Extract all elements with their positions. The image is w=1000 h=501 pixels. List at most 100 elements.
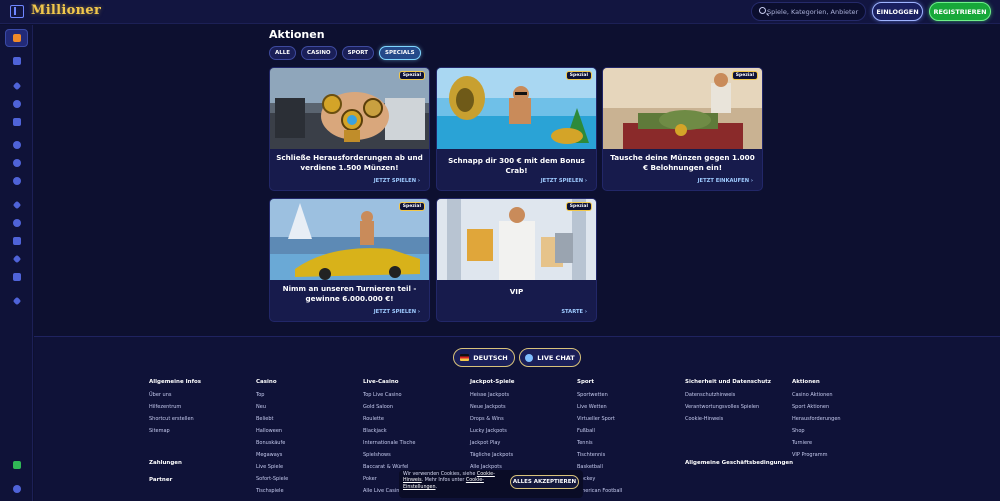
footer-link[interactable]: Bonuskäufe — [256, 440, 356, 452]
footer-link[interactable]: Live Spiele — [256, 464, 356, 476]
footer-link[interactable]: American Football — [577, 488, 677, 500]
sidebar-item-vip[interactable] — [5, 292, 28, 310]
footer-link[interactable]: Hockey — [577, 476, 677, 488]
sidebar-item-home[interactable] — [5, 52, 28, 70]
sidebar-item-jackpots[interactable] — [5, 113, 28, 131]
footer-link[interactable]: Casino Aktionen — [792, 392, 892, 404]
live-chat-button[interactable]: LIVE CHAT — [519, 348, 581, 367]
cookie-text-part: . Mehr Infos unter — [421, 478, 465, 484]
footer-link[interactable]: Internationale Tische — [363, 440, 463, 452]
footer-link[interactable]: VIP Programm — [792, 452, 892, 464]
sidebar-item-shop[interactable] — [5, 268, 28, 286]
footer-link[interactable]: Tennis — [577, 440, 677, 452]
footer-column-promotions: Aktionen Casino Aktionen Sport Aktionen … — [792, 379, 892, 464]
login-button[interactable]: EINLOGGEN — [872, 2, 923, 21]
sidebar-item-rewards[interactable] — [5, 232, 28, 250]
footer-link[interactable]: Lucky Jackpots — [470, 428, 570, 440]
accept-all-cookies-button[interactable]: ALLES AKZEPTIEREN — [510, 475, 579, 489]
promo-card-tournaments[interactable]: Spezial Nimm an unseren Turnieren teil -… — [269, 198, 430, 322]
footer-heading-payments[interactable]: Zahlungen — [149, 460, 182, 466]
footer-link[interactable]: Top — [256, 392, 356, 404]
live-icon — [12, 159, 21, 167]
footer-link[interactable]: Gold Saloon — [363, 404, 463, 416]
filter-bar: ALLE CASINO SPORT SPECIALS — [269, 46, 421, 60]
filter-casino[interactable]: CASINO — [301, 46, 337, 60]
footer-heading-terms[interactable]: Allgemeine Geschäftsbedingungen — [685, 460, 793, 466]
footer-link[interactable]: Basketball — [577, 464, 677, 476]
footer-link[interactable]: Live Wetten — [577, 404, 677, 416]
footer-link[interactable]: Sofort-Spiele — [256, 476, 356, 488]
footer-link[interactable]: Shop — [792, 428, 892, 440]
footer-link[interactable]: Drops & Wins — [470, 416, 570, 428]
sidebar-item-language[interactable] — [5, 456, 28, 474]
footer-link[interactable]: Über uns — [149, 392, 249, 404]
search-input[interactable] — [767, 4, 863, 19]
footer-link[interactable]: Sport Aktionen — [792, 404, 892, 416]
sidebar-item-bonus[interactable] — [5, 250, 28, 268]
search-box[interactable] — [751, 2, 866, 21]
promo-image-sportscar — [270, 199, 429, 280]
footer-link[interactable]: Hilfezentrum — [149, 404, 249, 416]
filter-specials[interactable]: SPECIALS — [379, 46, 421, 60]
promo-card-vip[interactable]: Spezial VIP STARTE › — [436, 198, 597, 322]
footer-link[interactable]: Neue Jackpots — [470, 404, 570, 416]
cookie-text-part: . — [435, 484, 438, 490]
megaphone-icon — [12, 34, 21, 42]
promo-card-challenges[interactable]: Spezial Schließe Herausforderungen ab un… — [269, 67, 430, 191]
footer-link[interactable]: Shortcut erstellen — [149, 416, 249, 428]
footer-link[interactable]: Sitemap — [149, 428, 249, 440]
flag-icon — [460, 354, 470, 361]
footer-link[interactable]: Beliebt — [256, 416, 356, 428]
footer-link[interactable]: Herausforderungen — [792, 416, 892, 428]
sidebar-toggle-icon[interactable] — [10, 5, 24, 18]
footer-link[interactable]: Heisse Jackpots — [470, 392, 570, 404]
sidebar-item-support[interactable] — [5, 480, 28, 498]
promo-card-shop[interactable]: Spezial Tausche deine Münzen gegen 1.000… — [602, 67, 763, 191]
sidebar-item-sport[interactable] — [5, 136, 28, 154]
footer-link[interactable]: Tischtennis — [577, 452, 677, 464]
gem-icon — [12, 296, 21, 306]
play-now-link[interactable]: JETZT SPIELEN › — [374, 178, 420, 184]
footer-link[interactable]: Verantwortungsvolles Spielen — [685, 404, 789, 416]
footer-link[interactable]: Neu — [256, 404, 356, 416]
logo[interactable]: Millioner — [31, 3, 101, 18]
sidebar-item-virtual[interactable] — [5, 172, 28, 190]
start-link[interactable]: STARTE › — [561, 309, 587, 315]
footer-link[interactable]: Cookie-Hinweis — [685, 416, 789, 428]
footer-link[interactable]: Fußball — [577, 428, 677, 440]
footer-link[interactable]: Tischspiele — [256, 488, 356, 500]
special-badge: Spezial — [565, 202, 592, 211]
sidebar-item-promotions[interactable] — [5, 29, 28, 47]
footer-link[interactable]: Datenschutzhinweis — [685, 392, 789, 404]
footer-link[interactable]: Roulette — [363, 416, 463, 428]
register-button[interactable]: REGISTRIEREN — [929, 2, 991, 21]
filter-sport[interactable]: SPORT — [341, 46, 375, 60]
flag-icon — [12, 461, 21, 469]
shop-now-link[interactable]: JETZT EINKAUFEN › — [698, 178, 753, 184]
sidebar-item-tournaments[interactable] — [5, 196, 28, 214]
footer-link[interactable]: Spielshows — [363, 452, 463, 464]
footer-link[interactable]: Megaways — [256, 452, 356, 464]
footer-link[interactable]: Sportwetten — [577, 392, 677, 404]
language-selector[interactable]: DEUTSCH — [453, 348, 515, 367]
sidebar-item-casino[interactable] — [5, 77, 28, 95]
chevron-right-icon: › — [750, 178, 753, 184]
sidebar-item-live-bets[interactable] — [5, 154, 28, 172]
footer-heading-partner[interactable]: Partner — [149, 477, 172, 483]
footer-link[interactable]: Halloween — [256, 428, 356, 440]
filter-all[interactable]: ALLE — [269, 46, 297, 60]
play-now-link[interactable]: JETZT SPIELEN › — [374, 309, 420, 315]
footer-heading: Live-Casino — [363, 379, 399, 385]
sidebar-item-live-casino[interactable] — [5, 95, 28, 113]
footer-link[interactable]: Top Live Casino — [363, 392, 463, 404]
top-bar: Millioner EINLOGGEN REGISTRIEREN — [0, 0, 1000, 24]
promo-card-bonus-crab[interactable]: Spezial Schnapp dir 300 € mit dem Bonus … — [436, 67, 597, 191]
footer-link[interactable]: Blackjack — [363, 428, 463, 440]
footer-link[interactable]: Virtueller Sport — [577, 416, 677, 428]
footer-link[interactable]: Jackpot Play — [470, 440, 570, 452]
sidebar-item-challenges[interactable] — [5, 214, 28, 232]
footer-link[interactable]: Turniere — [792, 440, 892, 452]
footer-link[interactable]: Tägliche Jackpots — [470, 452, 570, 464]
special-badge: Spezial — [731, 71, 758, 80]
play-now-link[interactable]: JETZT SPIELEN › — [541, 178, 587, 184]
